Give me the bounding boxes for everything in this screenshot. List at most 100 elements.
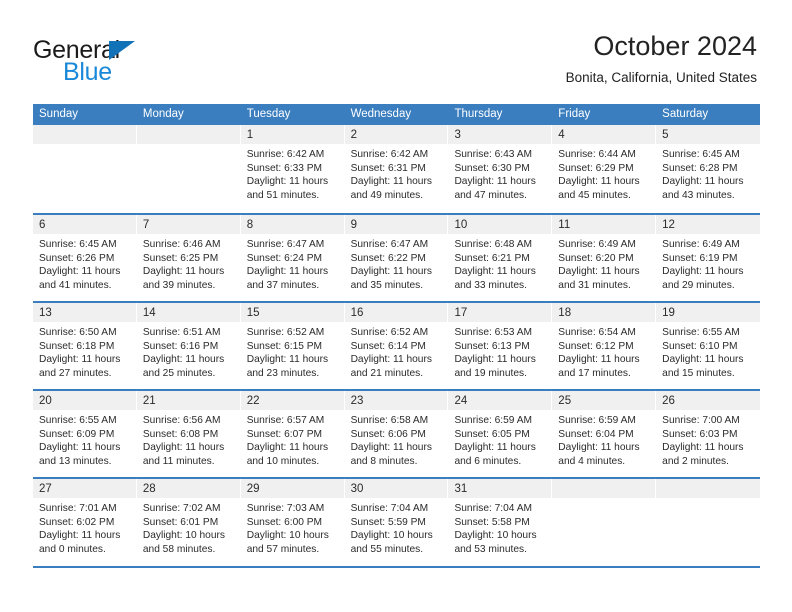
day-number: 27 (39, 483, 52, 495)
day-detail-line: Sunset: 5:58 PM (454, 516, 530, 528)
day-number: 22 (246, 395, 260, 407)
day-detail-line: Sunset: 6:21 PM (454, 252, 530, 264)
day-number: 17 (454, 307, 468, 319)
page-title: October 2024 (593, 31, 757, 61)
day-number: 12 (662, 219, 675, 231)
day-number-strip: 18 (552, 303, 657, 322)
generalblue-logo[interactable]: General Blue (33, 36, 223, 86)
calendar-day-cell[interactable]: 24 Sunrise: 6:59 AM Sunset: 6:05 PM Dayligh… (448, 391, 553, 477)
calendar-day-cell[interactable]: 23 Sunrise: 6:58 AM Sunset: 6:06 PM Dayligh… (344, 391, 449, 477)
day-number: 6 (39, 219, 46, 231)
day-detail-line: Sunrise: 6:44 AM (558, 149, 636, 160)
day-details: Sunrise: 6:49 AM Sunset: 6:20 PM Daylight:… (552, 234, 656, 292)
calendar-day-cell[interactable]: 16 Sunrise: 6:52 AM Sunset: 6:14 PM Dayligh… (344, 303, 449, 389)
calendar-day-cell[interactable]: 29 Sunrise: 7:03 AM Sunset: 6:00 PM Dayligh… (240, 479, 345, 565)
day-detail-line: Daylight: 10 hours (454, 530, 537, 542)
day-detail-line: Sunset: 6:00 PM (246, 516, 323, 528)
day-detail-line: and 49 minutes. (350, 189, 424, 201)
day-details: Sunrise: 6:54 AM Sunset: 6:12 PM Daylight:… (552, 322, 656, 380)
calendar-day-cell[interactable]: 3 Sunrise: 6:43 AM Sunset: 6:30 PM Daylight… (448, 125, 553, 213)
day-detail-line: Daylight: 11 hours (246, 442, 329, 454)
day-detail-line: Sunset: 6:14 PM (350, 340, 426, 352)
calendar-day-cell[interactable]: 22 Sunrise: 6:57 AM Sunset: 6:07 PM Dayligh… (240, 391, 345, 477)
day-number-strip: 31 (448, 479, 553, 498)
calendar-day-cell[interactable]: 10 Sunrise: 6:48 AM Sunset: 6:21 PM Dayligh… (448, 215, 553, 301)
day-detail-line: and 37 minutes. (246, 279, 320, 291)
day-details: Sunrise: 7:03 AM Sunset: 6:00 PM Daylight:… (241, 498, 345, 556)
day-detail-line: Sunset: 6:30 PM (454, 162, 530, 174)
day-detail-line: Sunset: 6:13 PM (454, 340, 530, 352)
day-detail-line: Sunrise: 6:47 AM (246, 239, 325, 250)
calendar-day-cell[interactable]: 17 Sunrise: 6:53 AM Sunset: 6:13 PM Dayligh… (448, 303, 553, 389)
day-detail-line: and 29 minutes. (662, 279, 735, 291)
day-detail-line: and 45 minutes. (558, 189, 631, 201)
calendar-day-cell[interactable]: 27 Sunrise: 7:01 AM Sunset: 6:02 PM Dayligh… (33, 479, 137, 565)
day-details: Sunrise: 6:52 AM Sunset: 6:14 PM Daylight:… (345, 322, 449, 380)
calendar-day-cell[interactable]: 19 Sunrise: 6:55 AM Sunset: 6:10 PM Dayligh… (656, 303, 761, 389)
calendar-day-cell[interactable]: 13 Sunrise: 6:50 AM Sunset: 6:18 PM Dayligh… (33, 303, 137, 389)
calendar-empty-cell (33, 125, 137, 213)
day-detail-line: and 11 minutes. (142, 455, 215, 467)
calendar-week-row: 1 Sunrise: 6:42 AM Sunset: 6:33 PM Daylight… (33, 125, 761, 213)
day-detail-line: Sunrise: 6:52 AM (246, 327, 325, 338)
calendar-day-cell[interactable]: 1 Sunrise: 6:42 AM Sunset: 6:33 PM Daylight… (240, 125, 345, 213)
day-number: 25 (558, 395, 572, 407)
day-detail-line: Sunset: 6:02 PM (39, 516, 115, 528)
calendar-day-cell[interactable]: 26 Sunrise: 7:00 AM Sunset: 6:03 PM Dayligh… (656, 391, 761, 477)
day-number-strip: 6 (33, 215, 137, 234)
calendar-day-cell[interactable]: 31 Sunrise: 7:04 AM Sunset: 5:58 PM Dayligh… (448, 479, 553, 565)
day-number: 16 (350, 307, 364, 319)
calendar-day-cell[interactable]: 2 Sunrise: 6:42 AM Sunset: 6:31 PM Daylight… (344, 125, 449, 213)
day-detail-line: Sunrise: 6:47 AM (350, 239, 429, 250)
calendar-day-cell[interactable]: 8 Sunrise: 6:47 AM Sunset: 6:24 PM Daylight… (240, 215, 345, 301)
day-number-strip: 3 (448, 125, 553, 144)
day-details: Sunrise: 6:50 AM Sunset: 6:18 PM Daylight:… (33, 322, 137, 380)
day-details: Sunrise: 6:55 AM Sunset: 6:10 PM Daylight:… (656, 322, 760, 380)
weekday-header-tuesday: Tuesday (246, 108, 291, 120)
day-details: Sunrise: 6:57 AM Sunset: 6:07 PM Daylight:… (241, 410, 345, 468)
calendar-day-cell[interactable]: 25 Sunrise: 6:59 AM Sunset: 6:04 PM Dayligh… (552, 391, 657, 477)
calendar-day-cell[interactable]: 5 Sunrise: 6:45 AM Sunset: 6:28 PM Daylight… (656, 125, 761, 213)
day-details (33, 144, 137, 148)
day-detail-line: Sunset: 6:24 PM (246, 252, 323, 264)
day-detail-line: and 25 minutes. (142, 367, 216, 379)
weekday-header-saturday: Saturday (662, 108, 709, 120)
day-detail-line: Sunrise: 6:43 AM (454, 149, 533, 160)
calendar-day-cell[interactable]: 30 Sunrise: 7:04 AM Sunset: 5:59 PM Dayligh… (344, 479, 449, 565)
calendar-day-cell[interactable]: 11 Sunrise: 6:49 AM Sunset: 6:20 PM Dayligh… (552, 215, 657, 301)
day-details: Sunrise: 7:00 AM Sunset: 6:03 PM Daylight:… (656, 410, 760, 468)
calendar-day-cell[interactable]: 20 Sunrise: 6:55 AM Sunset: 6:09 PM Dayligh… (33, 391, 137, 477)
calendar-day-cell[interactable]: 14 Sunrise: 6:51 AM Sunset: 6:16 PM Dayligh… (136, 303, 241, 389)
calendar-day-cell[interactable]: 12 Sunrise: 6:49 AM Sunset: 6:19 PM Dayligh… (656, 215, 761, 301)
day-number-strip (33, 125, 137, 144)
day-detail-line: Sunset: 6:18 PM (39, 340, 115, 352)
day-number-strip: 1 (240, 125, 345, 144)
calendar-day-cell[interactable]: 4 Sunrise: 6:44 AM Sunset: 6:29 PM Daylight… (552, 125, 657, 213)
day-detail-line: Sunset: 6:10 PM (662, 340, 738, 352)
day-detail-line: Daylight: 11 hours (454, 442, 536, 454)
day-number-strip: 26 (656, 391, 761, 410)
day-detail-line: and 15 minutes. (662, 367, 735, 379)
day-detail-line: and 21 minutes. (350, 367, 424, 379)
day-detail-line: Daylight: 11 hours (39, 266, 121, 278)
day-number: 28 (142, 483, 156, 495)
day-number-strip: 22 (240, 391, 345, 410)
day-detail-line: Sunrise: 6:55 AM (39, 415, 117, 426)
day-detail-line: and 13 minutes. (39, 455, 112, 467)
day-detail-line: Daylight: 11 hours (142, 266, 225, 278)
day-detail-line: Sunrise: 6:56 AM (142, 415, 221, 426)
calendar-day-cell[interactable]: 21 Sunrise: 6:56 AM Sunset: 6:08 PM Dayligh… (136, 391, 241, 477)
calendar-day-cell[interactable]: 18 Sunrise: 6:54 AM Sunset: 6:12 PM Dayligh… (552, 303, 657, 389)
day-detail-line: Sunrise: 6:46 AM (142, 239, 221, 250)
calendar-day-cell[interactable]: 6 Sunrise: 6:45 AM Sunset: 6:26 PM Daylight… (33, 215, 137, 301)
calendar-day-cell[interactable]: 9 Sunrise: 6:47 AM Sunset: 6:22 PM Daylight… (344, 215, 449, 301)
calendar-day-cell[interactable]: 7 Sunrise: 6:46 AM Sunset: 6:25 PM Daylight… (136, 215, 241, 301)
day-number-strip: 16 (344, 303, 449, 322)
calendar-day-cell[interactable]: 28 Sunrise: 7:02 AM Sunset: 6:01 PM Dayligh… (136, 479, 241, 565)
day-detail-line: Sunset: 6:07 PM (246, 428, 323, 440)
day-detail-line: Sunset: 6:28 PM (662, 162, 738, 174)
calendar-day-cell[interactable]: 15 Sunrise: 6:52 AM Sunset: 6:15 PM Dayligh… (240, 303, 345, 389)
calendar-weeks: 1 Sunrise: 6:42 AM Sunset: 6:33 PM Daylight… (33, 125, 761, 565)
day-number: 13 (39, 307, 52, 319)
day-detail-line: and 57 minutes. (246, 543, 320, 555)
